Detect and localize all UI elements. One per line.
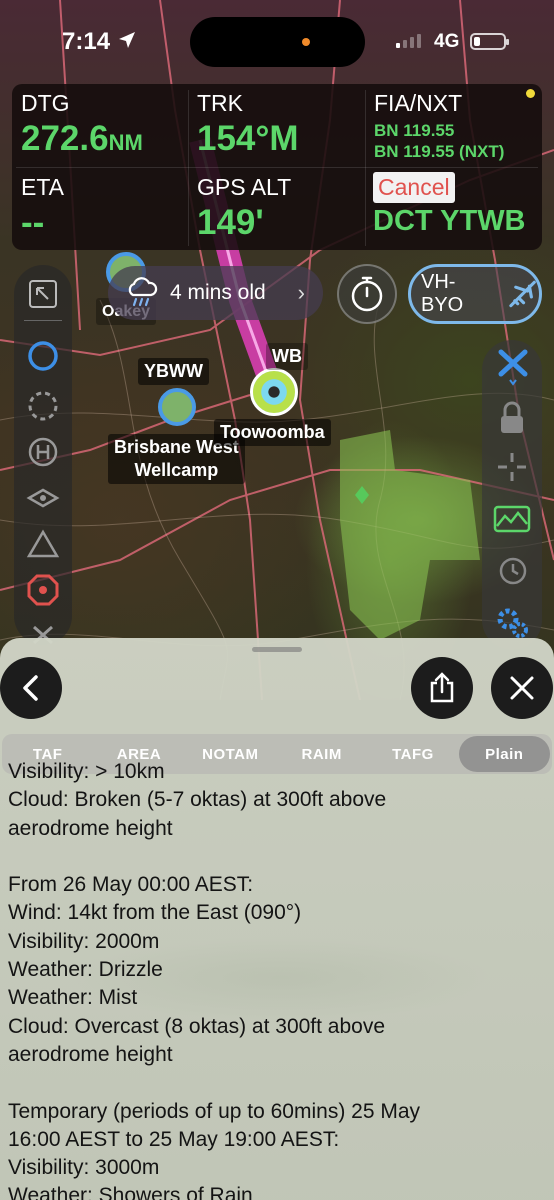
gps-alt-cell[interactable]: GPS ALT 149': [197, 174, 291, 243]
back-button[interactable]: [0, 657, 62, 719]
forecast-line: Visibility: 3000m: [8, 1156, 160, 1180]
recording-indicator-dot: [302, 38, 310, 46]
forecast-line: Visibility: > 10km: [8, 760, 165, 783]
close-button[interactable]: [491, 657, 553, 719]
circle-tool-icon[interactable]: [26, 339, 60, 373]
trk-label: TRK: [197, 90, 243, 116]
forecast-paragraph: Temporary (periods of up to 60mins) 25 M…: [8, 1098, 548, 1200]
aircraft-selector[interactable]: VH-BYO: [408, 264, 542, 324]
map-label-toowoomba: Toowoomba: [214, 419, 331, 446]
chevron-left-icon: [23, 675, 38, 701]
fia-frequency: BN 119.55: [374, 121, 455, 140]
location-arrow-icon: [119, 32, 135, 48]
map-label-wb: WB: [266, 343, 308, 370]
trk-value: 154°M: [197, 119, 299, 158]
trk-cell[interactable]: TRK 154°M: [197, 90, 299, 159]
lock-icon[interactable]: [497, 400, 527, 436]
helipad-icon[interactable]: [26, 435, 60, 469]
diamond-nav-icon[interactable]: [26, 481, 60, 515]
forecast-line: Weather: Showers of Rain: [8, 1184, 253, 1200]
airport-toowoomba-marker[interactable]: [250, 368, 298, 416]
dtg-cell[interactable]: DTG 272.6NM: [21, 90, 143, 159]
airplane-icon: [509, 280, 536, 308]
forecast-line: From 26 May 00:00 AEST:: [8, 873, 254, 897]
weather-age-text: 4 mins old: [170, 281, 266, 304]
sheet-grabber[interactable]: [252, 647, 302, 652]
dynamic-island: [190, 17, 365, 67]
network-type: 4G: [434, 31, 460, 52]
forecast-paragraph: Visibility: > 10km Cloud: Broken (5-7 ok…: [8, 758, 548, 843]
weather-age-pill[interactable]: 4 mins old ›: [108, 266, 323, 320]
gps-status-dot: [526, 89, 535, 98]
dtg-value: 272.6NM: [21, 119, 143, 158]
share-button[interactable]: [411, 657, 473, 719]
forecast-line: Wind: 14kt from the East (090°): [8, 901, 302, 925]
airport-ybww-marker[interactable]: [158, 388, 196, 426]
eta-cell[interactable]: ETA --: [21, 174, 64, 243]
expand-arrow-icon[interactable]: [28, 279, 58, 309]
eta-label: ETA: [21, 174, 65, 200]
plain-forecast-text: Visibility: > 10km Cloud: Broken (5-7 ok…: [8, 760, 548, 1200]
left-map-toolbar: [14, 265, 72, 645]
terrain-profile-icon[interactable]: [493, 504, 531, 534]
eta-value: --: [21, 203, 45, 242]
instrument-panel: DTG 272.6NM TRK 154°M FIA/NXT BN 119.55 …: [12, 84, 542, 250]
cloud-rain-icon: [128, 277, 158, 307]
fia-label: FIA/NXT: [374, 90, 463, 116]
forecast-line: aerodrome height: [8, 1042, 173, 1066]
forecast-line: Visibility: 2000m: [8, 929, 160, 953]
crosshair-icon[interactable]: [495, 450, 529, 484]
gps-alt-value: 149': [197, 203, 264, 242]
nxt-frequency: BN 119.55 (NXT): [374, 142, 505, 161]
forecast-line: Cloud: Overcast (8 oktas) at 300ft above: [8, 1014, 386, 1038]
cancel-direct-button[interactable]: Cancel: [373, 172, 455, 203]
stopwatch-icon: [351, 276, 383, 312]
status-time: 7:14: [62, 28, 111, 55]
map-label-ybww: YBWW: [138, 358, 209, 385]
settings-gear-icon[interactable]: [495, 606, 529, 640]
octagon-icon[interactable]: [26, 573, 60, 607]
cross-arrow-icon[interactable]: [496, 348, 530, 386]
status-bar: 7:14 4G: [0, 0, 554, 80]
weather-bottom-sheet[interactable]: TAF AREA NOTAM RAIM TAFG Plain Visibilit…: [0, 638, 554, 1200]
triangle-icon[interactable]: [26, 527, 60, 561]
fia-cell[interactable]: FIA/NXT BN 119.55 BN 119.55 (NXT): [374, 90, 504, 162]
direct-to-waypoint: DCT YTWB: [373, 205, 526, 237]
clock-history-icon[interactable]: [495, 554, 529, 588]
timer-button[interactable]: [337, 264, 397, 324]
forecast-line: Cloud: Broken (5-7 oktas) at 300ft above: [8, 788, 387, 812]
aircraft-callsign: VH-BYO: [421, 271, 464, 316]
cellular-signal-icon: [396, 34, 421, 48]
forecast-line: Temporary (periods of up to 60mins) 25 M…: [8, 1099, 421, 1123]
direct-cell: Cancel DCT YTWB: [373, 172, 526, 238]
forecast-line: Weather: Drizzle: [8, 958, 163, 982]
share-icon: [430, 672, 454, 703]
battery-icon: [470, 33, 509, 50]
forecast-line: aerodrome height: [8, 816, 173, 840]
dashed-circle-icon[interactable]: [26, 389, 60, 423]
gps-alt-label: GPS ALT: [197, 174, 292, 200]
forecast-paragraph: From 26 May 00:00 AEST: Wind: 14kt from …: [8, 871, 548, 1069]
close-icon: [510, 676, 534, 700]
dtg-label: DTG: [21, 90, 70, 116]
forecast-line: Weather: Mist: [8, 986, 138, 1010]
right-map-toolbar: [482, 340, 542, 650]
chevron-right-icon: ›: [297, 280, 305, 305]
forecast-line: 16:00 AEST to 25 May 19:00 AEST:: [8, 1127, 340, 1151]
